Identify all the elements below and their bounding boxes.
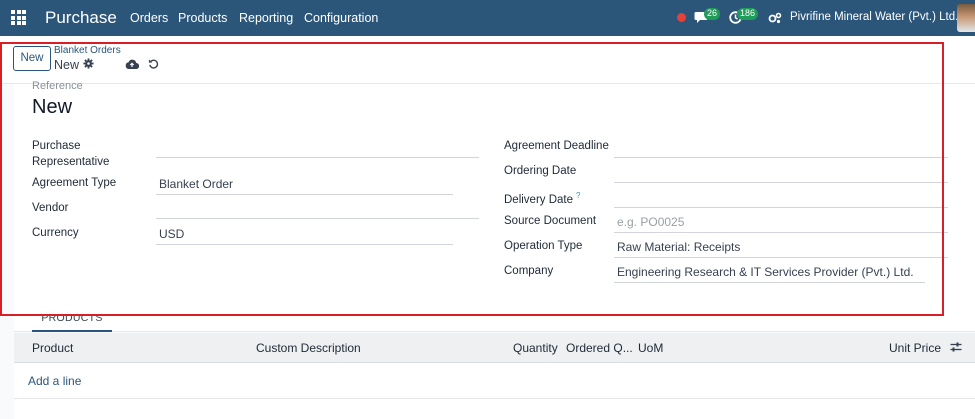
agreement-deadline-label: Agreement Deadline bbox=[504, 140, 609, 152]
control-panel: New Blanket Orders New bbox=[0, 36, 975, 84]
agreement-type-select[interactable]: Blanket Order bbox=[156, 173, 453, 195]
source-document-input[interactable]: e.g. PO0025 bbox=[614, 211, 948, 233]
tab-products[interactable]: PRODUCTS bbox=[32, 309, 112, 332]
notebook-tab-divider bbox=[14, 331, 975, 332]
delivery-date-help-icon[interactable]: ? bbox=[576, 191, 580, 200]
gear-icon[interactable] bbox=[83, 58, 94, 69]
reference-label: Reference bbox=[32, 80, 83, 92]
column-custom-description[interactable]: Custom Description bbox=[256, 341, 361, 355]
column-quantity[interactable]: Quantity bbox=[513, 341, 558, 355]
column-product[interactable]: Product bbox=[32, 341, 73, 355]
user-avatar[interactable] bbox=[957, 4, 975, 32]
delivery-date-label-text: Delivery Date bbox=[504, 193, 574, 206]
delivery-date-input[interactable] bbox=[614, 186, 948, 208]
breadcrumb-blanket-orders[interactable]: Blanket Orders bbox=[54, 45, 121, 56]
column-ordered-quantity[interactable]: Ordered Q... bbox=[566, 341, 633, 355]
menu-orders[interactable]: Orders bbox=[130, 11, 168, 25]
apps-menu-icon[interactable] bbox=[11, 10, 26, 25]
top-navbar: Purchase Orders Products Reporting Confi… bbox=[0, 0, 975, 36]
company-label: Company bbox=[504, 265, 554, 277]
agreement-type-label: Agreement Type bbox=[32, 177, 117, 189]
optional-columns-icon[interactable] bbox=[950, 341, 962, 353]
vendor-input[interactable] bbox=[156, 197, 479, 219]
delivery-date-label: Delivery Date? bbox=[504, 188, 580, 208]
current-company[interactable]: Pivrifine Mineral Water (Pvt.) Ltd. bbox=[790, 11, 958, 23]
source-document-label: Source Document bbox=[504, 215, 597, 227]
products-table-header bbox=[14, 333, 975, 363]
save-cloud-icon[interactable] bbox=[125, 58, 139, 70]
purchase-representative-label: Purchase Representative bbox=[32, 140, 110, 168]
menu-configuration[interactable]: Configuration bbox=[304, 11, 378, 25]
messages-count-badge: 26 bbox=[704, 8, 721, 20]
new-button[interactable]: New bbox=[13, 46, 51, 71]
currency-label: Currency bbox=[32, 227, 79, 239]
add-a-line-link[interactable]: Add a line bbox=[28, 374, 81, 388]
table-footer bbox=[14, 399, 975, 419]
table-row bbox=[14, 363, 975, 399]
currency-input[interactable]: USD bbox=[156, 223, 453, 245]
activities-count-badge: 186 bbox=[737, 8, 759, 20]
menu-products[interactable]: Products bbox=[178, 11, 227, 25]
purchase-representative-input[interactable] bbox=[156, 136, 479, 158]
column-unit-price[interactable]: Unit Price bbox=[889, 341, 941, 355]
operation-type-input[interactable]: Raw Material: Receipts bbox=[614, 236, 948, 258]
menu-reporting[interactable]: Reporting bbox=[239, 11, 293, 25]
app-brand[interactable]: Purchase bbox=[45, 8, 117, 28]
vendor-label: Vendor bbox=[32, 202, 69, 214]
agreement-deadline-input[interactable] bbox=[614, 136, 948, 158]
column-uom[interactable]: UoM bbox=[638, 341, 663, 355]
reference-title: New bbox=[32, 96, 73, 118]
operation-type-label: Operation Type bbox=[504, 240, 583, 252]
discard-undo-icon[interactable] bbox=[148, 58, 159, 69]
company-input[interactable]: Engineering Research & IT Services Provi… bbox=[614, 261, 925, 283]
ordering-date-input[interactable] bbox=[614, 161, 948, 183]
company-switch-icon[interactable] bbox=[768, 12, 782, 24]
ordering-date-label: Ordering Date bbox=[504, 165, 577, 177]
breadcrumb-current: New bbox=[54, 58, 80, 72]
record-indicator-icon[interactable] bbox=[677, 13, 686, 22]
